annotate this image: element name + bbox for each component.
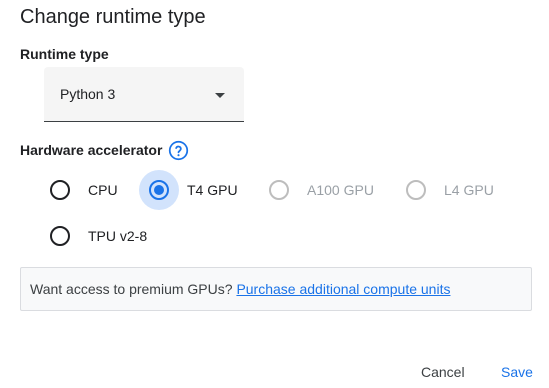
radio-button-icon xyxy=(50,226,70,246)
radio-label-cpu: CPU xyxy=(88,182,118,198)
help-icon[interactable] xyxy=(168,140,189,161)
save-button[interactable]: Save xyxy=(501,362,533,382)
radio-button-icon xyxy=(406,180,426,200)
purchase-compute-units-link[interactable]: Purchase additional compute units xyxy=(236,281,450,297)
dialog-title: Change runtime type xyxy=(20,6,206,28)
runtime-type-label: Runtime type xyxy=(20,46,109,62)
radio-button-icon xyxy=(50,180,70,200)
radio-label-a100-gpu: A100 GPU xyxy=(307,182,374,198)
radio-label-l4-gpu: L4 GPU xyxy=(444,182,494,198)
radio-label-t4-gpu: T4 GPU xyxy=(187,182,238,198)
premium-gpu-info-text: Want access to premium GPUs? xyxy=(30,281,233,297)
hardware-accelerator-label: Hardware accelerator xyxy=(20,142,163,158)
radio-button-checked-icon xyxy=(149,180,169,200)
runtime-type-select[interactable]: Python 3 xyxy=(44,67,244,122)
dropdown-arrow-icon xyxy=(215,93,225,98)
cancel-button[interactable]: Cancel xyxy=(421,362,465,382)
runtime-type-value: Python 3 xyxy=(60,86,116,102)
premium-gpu-info-box: Want access to premium GPUs? Purchase ad… xyxy=(20,267,532,311)
radio-button-icon xyxy=(269,180,289,200)
change-runtime-dialog: Change runtime type Runtime type Python … xyxy=(0,0,549,388)
radio-label-tpu-v2-8: TPU v2-8 xyxy=(88,228,148,244)
